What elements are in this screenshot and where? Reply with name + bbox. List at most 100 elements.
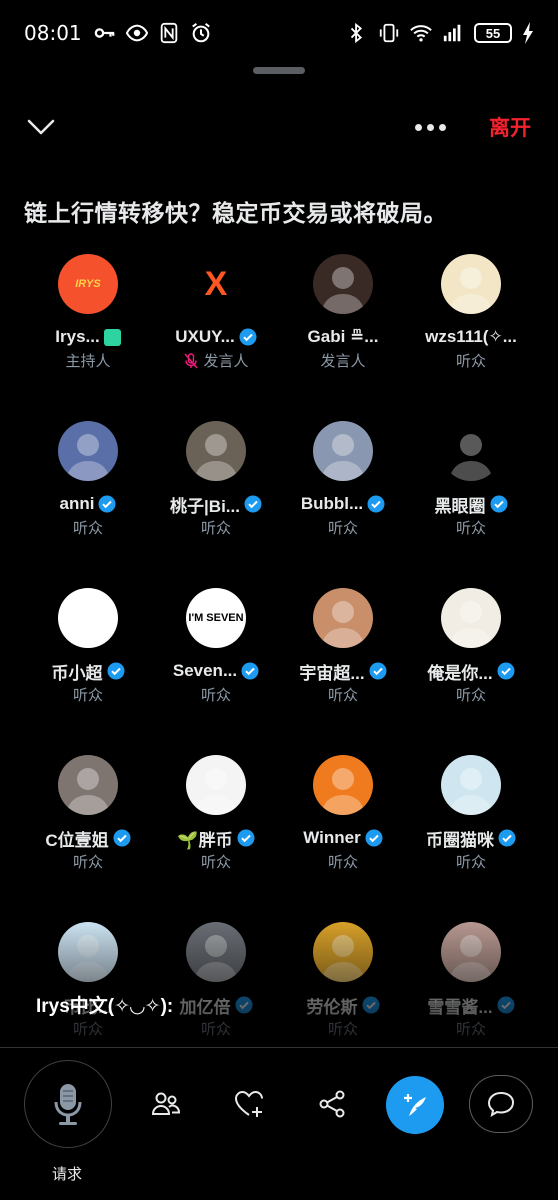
- participant-role: 听众: [327, 854, 358, 871]
- verified-badge-icon: [235, 996, 252, 1014]
- avatar-portrait-icon: [194, 768, 238, 815]
- chat-button[interactable]: [469, 1075, 533, 1133]
- avatar[interactable]: [441, 421, 501, 481]
- participant-card[interactable]: 黑眼圈 听众: [407, 421, 535, 561]
- avatar[interactable]: [313, 421, 373, 481]
- nfc-icon: [160, 22, 177, 44]
- participant-name-row: wzs111(✧...: [407, 326, 535, 348]
- participant-role: 发言人: [320, 353, 366, 370]
- participant-role-row: 主持人: [24, 350, 152, 371]
- participant-card[interactable]: Bubbl... 听众: [279, 421, 407, 561]
- avatar[interactable]: [58, 755, 118, 815]
- participant-name-row: Winner: [279, 827, 407, 849]
- participant-role: 听众: [200, 854, 231, 871]
- avatar[interactable]: [313, 755, 373, 815]
- participant-card[interactable]: C位壹姐听众: [24, 755, 152, 895]
- participant-card[interactable]: 俺是你... 听众: [407, 588, 535, 728]
- avatar[interactable]: [58, 588, 118, 648]
- avatar[interactable]: [441, 588, 501, 648]
- request-mic-button[interactable]: [24, 1060, 112, 1148]
- participant-card[interactable]: Gabi ≞... 发言人: [279, 254, 407, 394]
- avatar-portrait-icon: [449, 434, 493, 481]
- participant-role: 听众: [200, 520, 231, 537]
- status-time: 08:01: [24, 21, 82, 45]
- avatar[interactable]: X: [186, 254, 246, 314]
- share-icon[interactable]: [316, 1088, 348, 1120]
- avatar-portrait-icon: [66, 768, 110, 815]
- participant-name-row: C位壹姐: [24, 827, 152, 850]
- avatar[interactable]: [313, 254, 373, 314]
- participant-role-row: 听众: [152, 684, 280, 705]
- avatar[interactable]: [441, 755, 501, 815]
- more-options-button[interactable]: [409, 112, 451, 142]
- participant-card[interactable]: 🌱胖币 听众: [152, 755, 280, 895]
- participant-name: 宇宙超...: [299, 663, 365, 683]
- bottom-action-bar: 请求: [0, 1047, 558, 1200]
- leave-button[interactable]: 离开: [489, 112, 531, 142]
- participant-name: Winner: [303, 828, 361, 847]
- avatar[interactable]: [186, 421, 246, 481]
- affiliate-badge-icon: [103, 328, 121, 346]
- verified-badge-icon: [237, 829, 255, 847]
- participant-card[interactable]: Winner 听众: [279, 755, 407, 895]
- people-icon[interactable]: [150, 1088, 182, 1120]
- more-dot-icon: [438, 123, 446, 131]
- participant-role: 听众: [72, 1021, 103, 1038]
- avatar-portrait-icon: [321, 768, 365, 815]
- avatar[interactable]: IRYS: [58, 254, 118, 314]
- avatar-portrait-icon: [321, 935, 365, 982]
- participant-name: 币小超: [51, 663, 103, 683]
- participant-name-row: UXUY...: [152, 326, 280, 348]
- participant-role-row: 听众: [279, 851, 407, 872]
- participant-role: 听众: [327, 687, 358, 704]
- avatar-portrait-icon: [321, 267, 365, 314]
- avatar-portrait-icon: [321, 601, 365, 648]
- avatar[interactable]: [58, 421, 118, 481]
- key-icon: [94, 28, 115, 38]
- participant-card[interactable]: I'M SEVEN Seven... 听众: [152, 588, 280, 728]
- participant-card[interactable]: 劳伦斯 听众: [279, 922, 407, 1062]
- add-reaction-heart-icon[interactable]: [233, 1088, 265, 1120]
- avatar[interactable]: [313, 588, 373, 648]
- participant-card[interactable]: anni 听众: [24, 421, 152, 561]
- avatar[interactable]: [186, 922, 246, 982]
- participant-role-row: 听众: [24, 851, 152, 872]
- participant-role-row: 听众: [279, 1018, 407, 1039]
- participant-card[interactable]: 桃子|Bi... 听众: [152, 421, 280, 561]
- participant-role: 听众: [72, 854, 103, 871]
- verified-badge-icon: [367, 495, 385, 513]
- participant-name: 桃子|Bi...: [170, 496, 240, 516]
- participant-name-row: Seven...: [152, 660, 280, 682]
- battery-level: 55: [485, 25, 501, 41]
- participant-name-row: Gabi ≞...: [279, 326, 407, 348]
- verified-badge-icon: [107, 662, 124, 680]
- participant-card[interactable]: IRYS Irys... 主持人: [24, 254, 152, 394]
- compose-post-button[interactable]: [386, 1076, 444, 1134]
- participant-card[interactable]: wzs111(✧... 听众: [407, 254, 535, 394]
- avatar[interactable]: I'M SEVEN: [186, 588, 246, 648]
- chat-bubble-icon: [487, 1091, 515, 1118]
- participant-card[interactable]: X UXUY... 发言人: [152, 254, 280, 394]
- participant-card[interactable]: 币小超 听众: [24, 588, 152, 728]
- participant-card[interactable]: 雪雪酱... 听众: [407, 922, 535, 1062]
- avatar[interactable]: [313, 922, 373, 982]
- mic-muted-icon: [184, 352, 199, 368]
- participant-role-row: 听众: [152, 517, 280, 538]
- participant-name: Seven...: [172, 661, 238, 680]
- participant-role-row: 发言人: [279, 350, 407, 371]
- sheet-drag-handle[interactable]: [253, 67, 305, 74]
- participant-role-row: 发言人: [152, 350, 280, 371]
- avatar[interactable]: [441, 922, 501, 982]
- participant-role-row: 听众: [24, 517, 152, 538]
- feather-plus-icon: [404, 1094, 426, 1116]
- avatar[interactable]: [58, 922, 118, 982]
- avatar[interactable]: [186, 755, 246, 815]
- avatar[interactable]: [441, 254, 501, 314]
- chevron-down-icon[interactable]: [24, 110, 58, 144]
- participant-card[interactable]: 宇宙超... 听众: [279, 588, 407, 728]
- participant-name: UXUY...: [175, 327, 235, 346]
- participant-name: 加亿倍: [179, 997, 231, 1017]
- participant-card[interactable]: 币圈猫咪 听众: [407, 755, 535, 895]
- participant-name: Irys...: [55, 327, 100, 346]
- participant-name-row: 宇宙超...: [279, 660, 407, 683]
